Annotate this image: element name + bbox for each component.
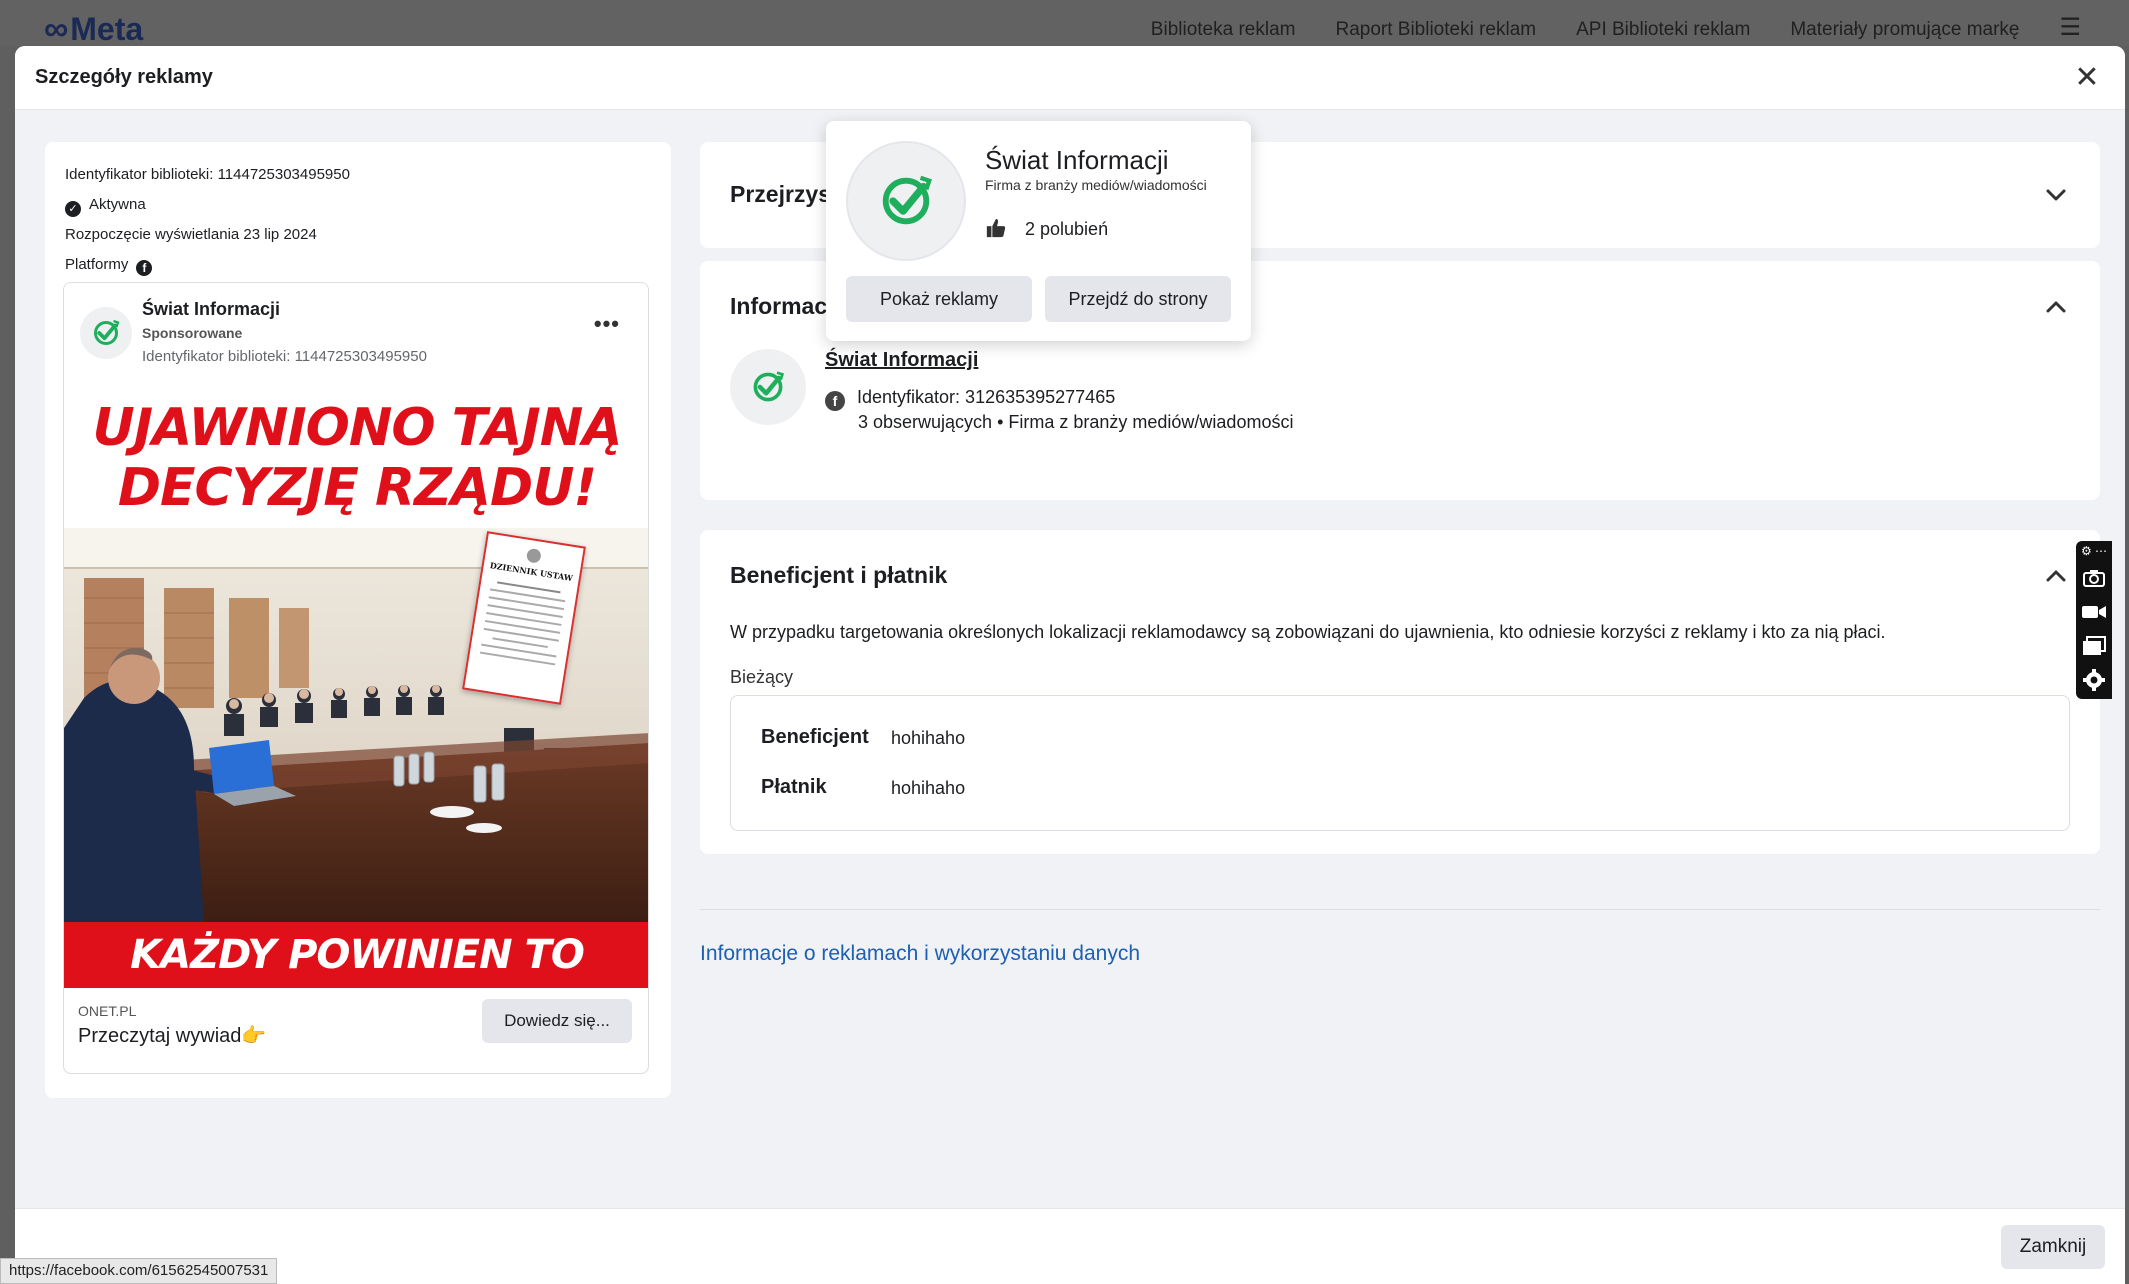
chevron-up-icon[interactable] xyxy=(2042,562,2070,590)
ad-page-name[interactable]: Świat Informacji xyxy=(142,299,280,320)
meta-brand-text: Meta xyxy=(70,11,144,47)
headline-line-2: DECYZJĘ RZĄDU! xyxy=(117,458,597,518)
likes-count: 2 polubień xyxy=(1025,219,1109,239)
nav-links: Biblioteka reklam Raport Biblioteki rekl… xyxy=(1151,16,2081,41)
modal-footer: Zamknij xyxy=(15,1208,2125,1284)
status-bar-url: https://facebook.com/61562545007531 xyxy=(0,1258,278,1284)
advertiser-avatar[interactable] xyxy=(730,349,806,425)
link-domain: ONET.PL xyxy=(78,1003,137,1019)
satellite-check-logo-icon xyxy=(882,175,932,225)
popover-category: Firma z branży mediów/wiadomości xyxy=(985,177,1207,193)
link-caption[interactable]: Przeczytaj wywiad👉 xyxy=(78,1023,266,1048)
meta-logo[interactable]: ∞ Meta xyxy=(44,10,143,49)
current-label: Bieżący xyxy=(730,667,794,687)
bottom-banner-text: KAŻDY POWINIEN TO WIEDZIEĆ xyxy=(130,932,585,978)
page-hover-card: Świat Informacji Firma z branży mediów/w… xyxy=(826,121,1251,341)
nav-link-report[interactable]: Raport Biblioteki reklam xyxy=(1335,19,1536,41)
beneficiary-label: Beneficjent xyxy=(761,726,869,748)
platforms-label: Platformy xyxy=(65,256,129,273)
modal-header: Szczegóły reklamy ✕ xyxy=(15,46,2125,110)
start-date: Rozpoczęcie wyświetlania 23 lip 2024 xyxy=(65,226,317,243)
sponsored-label: Sponsorowane xyxy=(142,325,243,341)
beneficiary-section: Beneficjent i płatnik W przypadku target… xyxy=(700,530,2100,854)
payer-label: Płatnik xyxy=(761,776,827,798)
camera-icon[interactable] xyxy=(2076,561,2112,595)
check-circle-icon: ✓ xyxy=(65,201,81,217)
ad-preview: Świat Informacji Sponsorowane Identyfika… xyxy=(63,282,649,1074)
settings-icon[interactable] xyxy=(2076,663,2112,697)
advertiser-meta: 3 obserwujących • Firma z branży mediów/… xyxy=(858,412,1294,432)
nav-link-api[interactable]: API Biblioteki reklam xyxy=(1576,19,1750,41)
beneficiary-description: W przypadku targetowania określonych lok… xyxy=(730,622,1886,642)
page-avatar[interactable] xyxy=(80,307,132,359)
payer-value: hohihaho xyxy=(891,778,966,798)
facebook-icon: f xyxy=(136,260,153,276)
thumbs-up-icon xyxy=(986,218,1006,238)
chevron-down-icon[interactable] xyxy=(2042,181,2070,209)
ad-creative-image: UJAWNIONO TAJNĄ DECYZJĘ RZĄDU! DZIENNIK … xyxy=(64,388,648,988)
satellite-check-logo-icon xyxy=(94,319,120,345)
meta-infinity-icon: ∞ xyxy=(44,10,69,48)
cabinet-meeting-photo: DZIENNIK USTAW xyxy=(64,528,648,922)
beneficiary-value: hohihaho xyxy=(891,728,966,748)
learn-more-button[interactable]: Dowiedz się... xyxy=(482,999,632,1043)
creative-bottom-banner: KAŻDY POWINIEN TO WIEDZIEĆ xyxy=(64,922,648,988)
advertiser-name-link[interactable]: Świat Informacji xyxy=(825,349,978,372)
advertiser-id: Identyfikator: 312635395277465 xyxy=(857,387,1116,407)
beneficiary-box: Beneficjent hohihaho Płatnik hohihaho xyxy=(730,695,2070,831)
modal-title: Szczegóły reklamy xyxy=(35,66,213,88)
headline-line-1: UJAWNIONO TAJNĄ xyxy=(92,398,622,458)
popover-avatar[interactable] xyxy=(846,141,966,261)
popover-likes: 2 polubień xyxy=(985,217,1108,240)
satellite-check-logo-icon xyxy=(753,371,785,402)
status-text: Aktywna xyxy=(89,196,146,213)
document-lines xyxy=(476,580,571,666)
divider xyxy=(700,909,2100,910)
nav-link-brand[interactable]: Materiały promujące markę xyxy=(1790,19,2019,41)
more-options-icon[interactable]: ••• xyxy=(594,311,620,337)
top-nav: ∞ Meta Biblioteka reklam Raport Bibliote… xyxy=(0,0,2129,49)
document-title: DZIENNIK USTAW xyxy=(489,560,574,584)
document-emblem-icon xyxy=(525,547,542,564)
beneficiary-title: Beneficjent i płatnik xyxy=(730,562,948,588)
facebook-icon: f xyxy=(825,391,845,411)
menu-icon[interactable]: ☰ xyxy=(2059,16,2081,41)
go-to-page-button[interactable]: Przejdź do strony xyxy=(1045,276,1231,322)
platforms-line: Platformy f xyxy=(65,256,153,276)
ad-library-id: Identyfikator biblioteki: 11447253034959… xyxy=(142,348,427,365)
close-button[interactable]: Zamknij xyxy=(2001,1225,2105,1269)
extension-toolbar: ⚙ ⋯ xyxy=(2076,541,2112,699)
library-id: Identyfikator biblioteki: 11447253034959… xyxy=(65,166,350,183)
windows-icon[interactable] xyxy=(2076,629,2112,663)
advertiser-id-line: f Identyfikator: 312635395277465 xyxy=(825,387,1115,411)
show-ads-button[interactable]: Pokaż reklamy xyxy=(846,276,1032,322)
nav-link-ad-library[interactable]: Biblioteka reklam xyxy=(1151,19,1296,41)
status-line: ✓ Aktywna xyxy=(65,196,146,217)
video-camera-icon[interactable] xyxy=(2076,595,2112,629)
creative-headline: UJAWNIONO TAJNĄ DECYZJĘ RZĄDU! xyxy=(64,398,648,518)
popover-page-name[interactable]: Świat Informacji xyxy=(985,145,1169,176)
chevron-up-icon[interactable] xyxy=(2042,293,2070,321)
ad-summary-card: Identyfikator biblioteki: 11447253034959… xyxy=(45,142,671,1098)
ads-data-info-link[interactable]: Informacje o reklamach i wykorzystaniu d… xyxy=(700,942,1140,966)
extension-logo-icon[interactable]: ⚙ ⋯ xyxy=(2076,541,2112,561)
close-icon[interactable]: ✕ xyxy=(2069,60,2105,96)
